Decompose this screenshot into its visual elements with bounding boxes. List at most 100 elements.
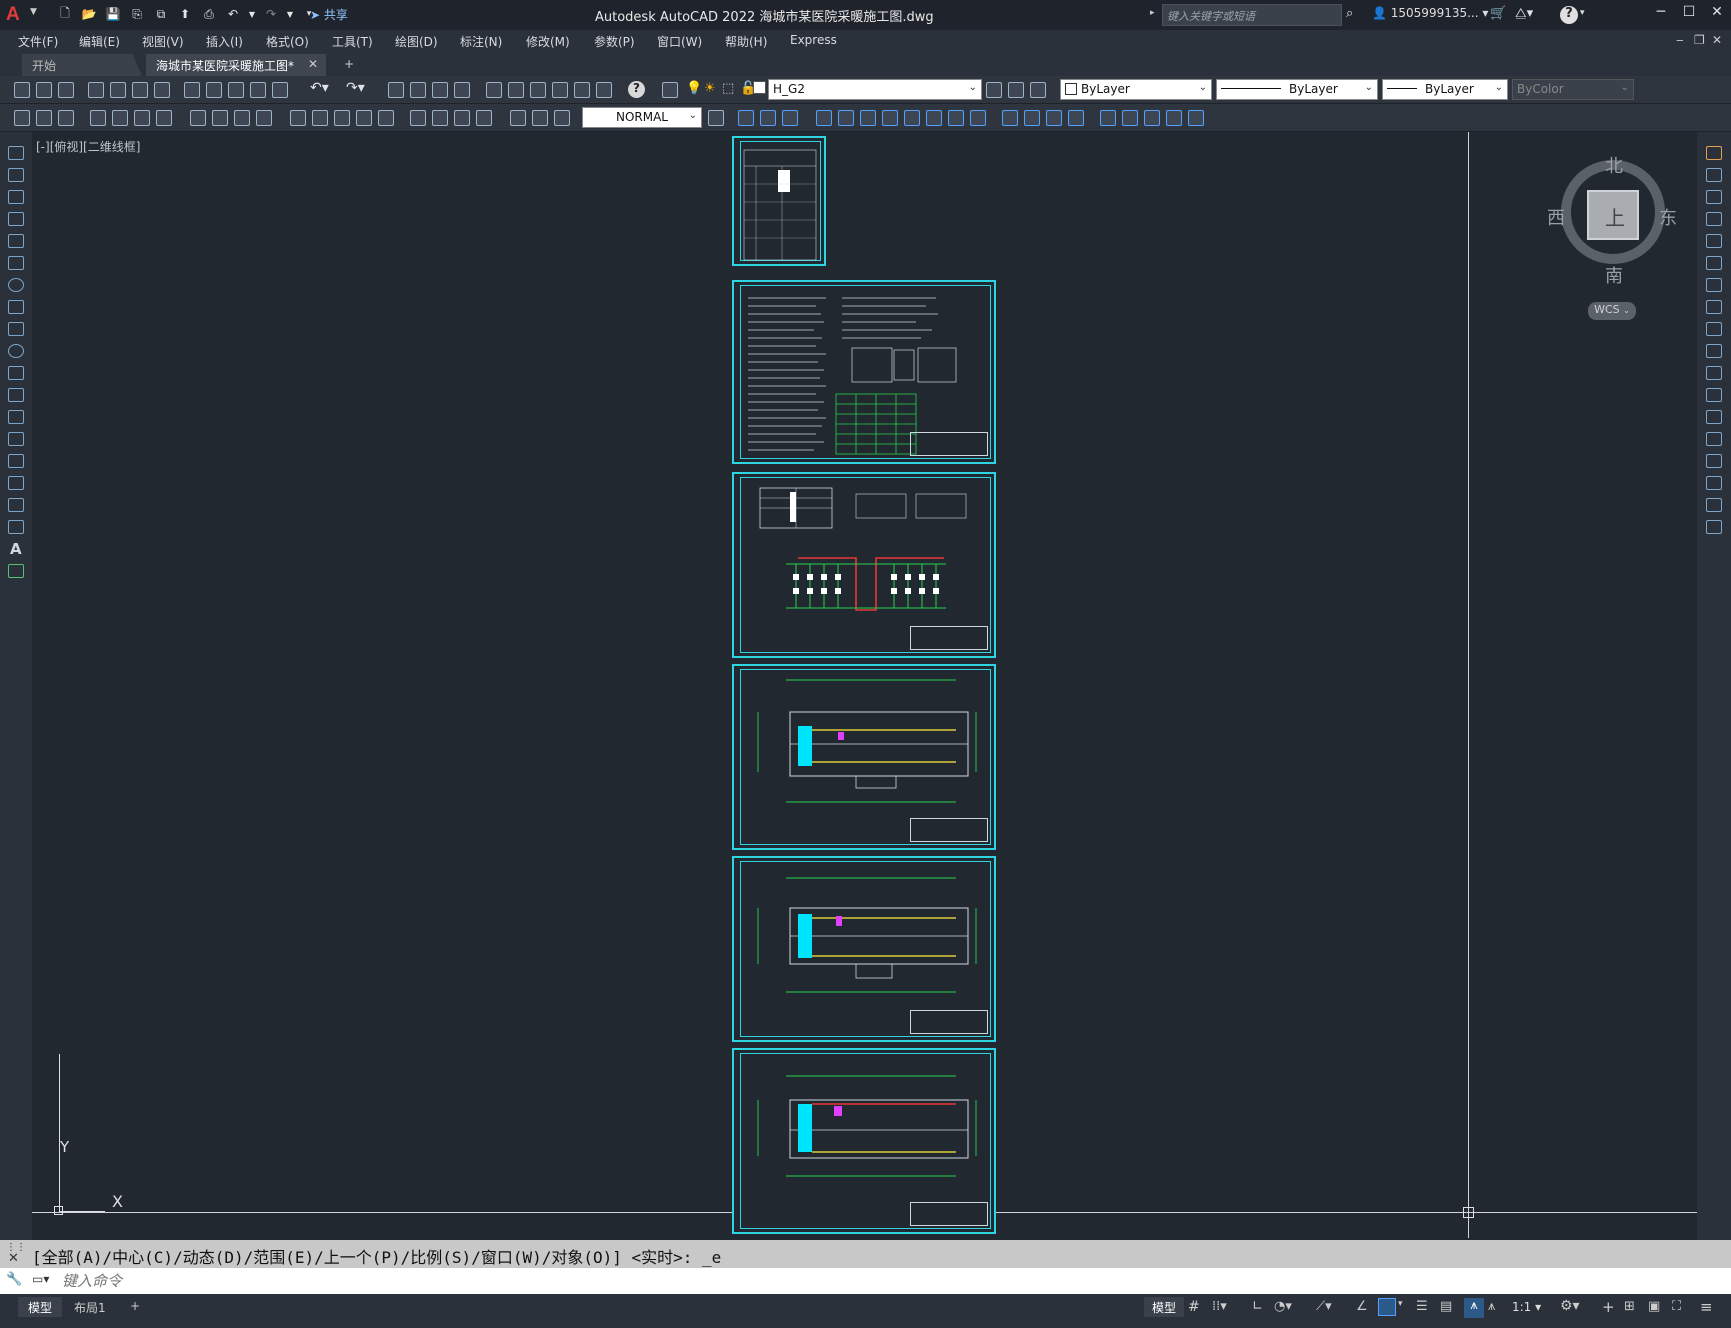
units-icon[interactable]: ⊞ [1624, 1299, 1635, 1314]
annotation-scale[interactable]: 1:1 ▾ [1512, 1300, 1541, 1314]
match-prop-icon[interactable] [250, 82, 266, 98]
erase-icon[interactable] [1706, 146, 1722, 160]
explode-icon[interactable] [1100, 110, 1116, 126]
close-icon[interactable]: ✕ [1706, 4, 1728, 24]
array-icon[interactable] [1706, 234, 1722, 248]
hatch-icon[interactable] [8, 454, 24, 468]
cart-icon[interactable]: 🛒 [1490, 6, 1506, 21]
layer-color-swatch[interactable] [753, 81, 766, 94]
stretch-icon[interactable] [1706, 322, 1722, 336]
text-style-dropdown[interactable]: NORMAL ⌄ [582, 107, 702, 128]
add-layout-button[interactable]: + [120, 1297, 150, 1317]
app-menu-chevron-icon[interactable]: ▼ [30, 7, 37, 17]
compass-south[interactable]: 南 [1605, 262, 1623, 288]
compass-east[interactable]: 东 [1659, 204, 1677, 230]
viewcube[interactable]: 上 北 南 东 西 [1547, 152, 1677, 287]
osnap-tracking-icon[interactable]: ∠ [1356, 1299, 1368, 1314]
osnap-icon[interactable] [1378, 1298, 1396, 1316]
region-icon[interactable] [8, 498, 24, 512]
menu-modify[interactable]: 修改(M) [526, 33, 570, 50]
zoom-previous-icon[interactable] [454, 82, 470, 98]
trim-icon[interactable] [926, 110, 942, 126]
share-button[interactable]: ➤ 共享 [310, 6, 348, 23]
autodesk-app-icon[interactable]: ⧋▾ [1515, 6, 1533, 21]
new-tab-button[interactable]: + [334, 54, 364, 76]
command-close-icon[interactable]: ✕ [8, 1251, 19, 1266]
layer-vp-freeze-icon[interactable]: ⬚ [722, 81, 734, 96]
quick-properties-icon[interactable]: ▣ [1648, 1299, 1660, 1314]
plot-preview-icon[interactable] [88, 82, 104, 98]
layer-properties-icon[interactable] [662, 82, 678, 98]
move-icon[interactable] [838, 110, 854, 126]
layer-dropdown[interactable]: H_G2 ⌄ [768, 79, 982, 100]
dim-update-icon[interactable] [476, 110, 492, 126]
ortho-icon[interactable]: ∟ [1252, 1299, 1263, 1314]
maximize-icon[interactable]: ☐ [1678, 4, 1700, 24]
wcs-menu-button[interactable]: WCS ⌄ [1588, 302, 1636, 320]
blend-curves-icon[interactable] [1706, 498, 1722, 512]
auto-scale-icon[interactable]: ⩚ [1488, 1299, 1495, 1314]
tool-palettes-icon[interactable] [530, 82, 546, 98]
copy-icon[interactable] [1706, 168, 1722, 182]
minimize-icon[interactable]: ─ [1650, 4, 1672, 24]
tab-start[interactable]: 开始 [22, 54, 142, 76]
break-icon[interactable] [1706, 410, 1722, 424]
point-icon[interactable] [8, 432, 24, 446]
zoom-window-icon[interactable] [432, 82, 448, 98]
plotstyle-dropdown[interactable]: ByColor ⌄ [1512, 79, 1634, 100]
break-icon[interactable] [970, 110, 986, 126]
inspection-icon[interactable] [378, 110, 394, 126]
dim-continue-icon[interactable] [256, 110, 272, 126]
tab-layout1[interactable]: 布局1 [64, 1297, 116, 1317]
copy-icon[interactable] [206, 82, 222, 98]
offset-icon[interactable] [1706, 212, 1722, 226]
menu-file[interactable]: 文件(F) [18, 33, 58, 50]
mtext-icon[interactable]: A [10, 540, 22, 558]
cut-icon[interactable] [184, 82, 200, 98]
autocad-logo-icon[interactable]: A [6, 4, 28, 26]
bring-front-icon[interactable] [1144, 110, 1160, 126]
polyline-icon[interactable] [8, 190, 24, 204]
command-input[interactable] [62, 1271, 1662, 1291]
dim-aligned-icon[interactable] [36, 110, 52, 126]
3d-print-icon[interactable] [154, 82, 170, 98]
dim-diameter-icon[interactable] [156, 110, 172, 126]
properties-icon[interactable] [486, 82, 502, 98]
line-icon[interactable] [8, 146, 24, 160]
add-selected-icon[interactable] [8, 564, 24, 578]
mirror-icon[interactable] [1706, 190, 1722, 204]
send-back-icon[interactable] [1166, 110, 1182, 126]
undo-dropdown-icon[interactable]: ▼ [248, 6, 256, 22]
customize-wrench-icon[interactable]: 🔧 [6, 1272, 22, 1287]
snap-icon[interactable]: ⁞⁞▾ [1212, 1299, 1227, 1314]
make-current-layer-icon[interactable] [986, 82, 1002, 98]
new-icon[interactable]: 🗋 [56, 6, 74, 22]
menu-dimension[interactable]: 标注(N) [460, 33, 502, 50]
offset-icon[interactable] [782, 110, 798, 126]
tb-redo-icon[interactable]: ↷▾ [346, 80, 365, 96]
lineweight-icon[interactable]: ☰ [1416, 1299, 1428, 1314]
chamfer-icon[interactable] [1024, 110, 1040, 126]
tb-undo-icon[interactable]: ↶▾ [310, 80, 329, 96]
construction-line-icon[interactable] [8, 168, 24, 182]
block-editor-icon[interactable] [272, 82, 288, 98]
clean-screen-icon[interactable]: ⛶ [1672, 1299, 1681, 1314]
markup-icon[interactable] [574, 82, 590, 98]
draworder-icon[interactable] [1122, 110, 1138, 126]
polar-icon[interactable]: ◔▾ [1274, 1299, 1292, 1314]
layer-on-icon[interactable]: 💡 [686, 81, 702, 96]
dim-radius-icon[interactable] [112, 110, 128, 126]
tb-help-icon[interactable]: ? [628, 81, 645, 98]
paste-icon[interactable] [228, 82, 244, 98]
compass-north[interactable]: 北 [1605, 152, 1623, 178]
menu-view[interactable]: 视图(V) [142, 33, 184, 50]
dim-ordinate-icon[interactable] [90, 110, 106, 126]
annotation-monitor-icon[interactable]: + [1602, 1298, 1615, 1316]
grid-icon[interactable]: # [1188, 1299, 1200, 1315]
drawing-sheet-floor-plan-1[interactable] [732, 664, 996, 850]
dim-jogged-icon[interactable] [134, 110, 150, 126]
menu-edit[interactable]: 编辑(E) [79, 33, 120, 50]
text-style-icon[interactable] [554, 110, 570, 126]
isodraft-icon[interactable]: ⟋▾ [1316, 1299, 1332, 1314]
ellipse-arc-icon[interactable] [8, 366, 24, 380]
